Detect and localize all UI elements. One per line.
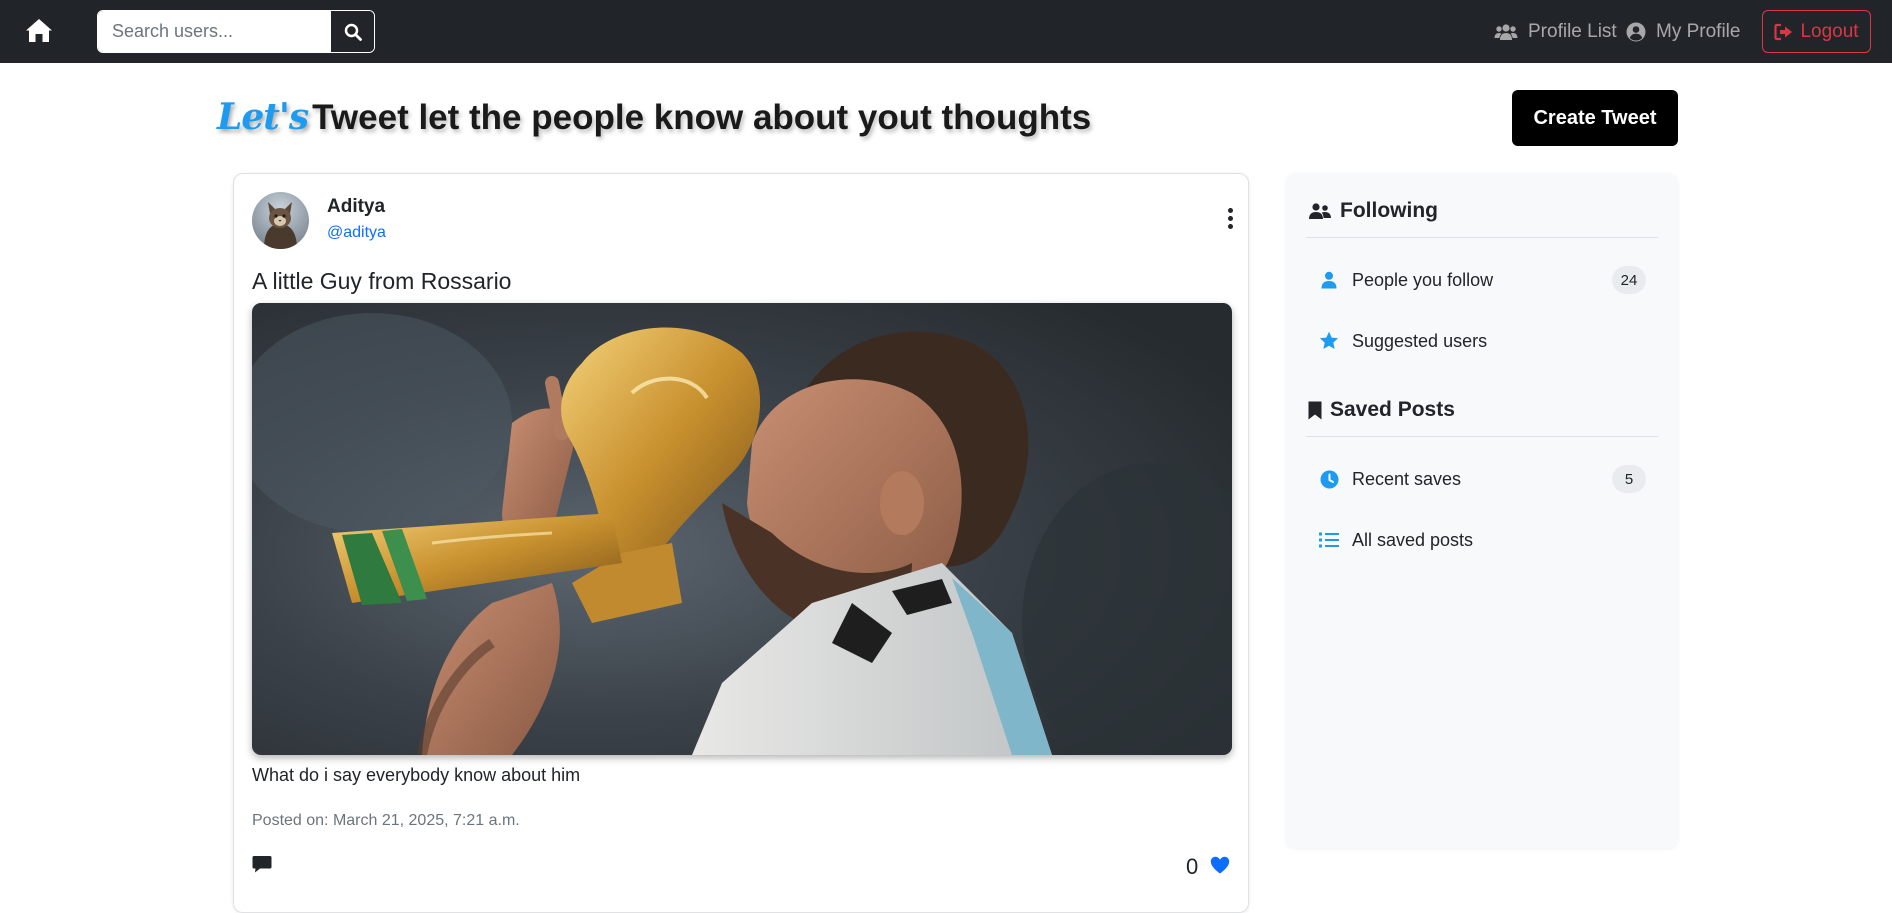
- following-section-title: Following: [1308, 199, 1438, 223]
- star-icon: [1318, 330, 1340, 352]
- create-tweet-button[interactable]: Create Tweet: [1512, 90, 1678, 146]
- sidebar: Following People you follow 24 Suggested…: [1286, 173, 1678, 848]
- following-title: Following: [1340, 199, 1438, 222]
- nav-profile-list-label: Profile List: [1528, 21, 1617, 42]
- post-body: What do i say everybody know about him: [252, 765, 581, 785]
- count-badge: 24: [1612, 266, 1646, 294]
- post-options-button[interactable]: [1220, 204, 1240, 232]
- logout-button[interactable]: Logout: [1762, 10, 1871, 53]
- avatar-cat-image: [252, 192, 309, 249]
- author-handle[interactable]: @aditya: [327, 224, 386, 242]
- nav-my-profile-label: My Profile: [1656, 21, 1741, 42]
- comment-icon: [252, 856, 272, 873]
- sidebar-item-label: Recent saves: [1352, 468, 1462, 489]
- post-timestamp: Posted on: March 21, 2025, 7:21 a.m.: [252, 812, 520, 829]
- sidebar-item-all-saved-posts[interactable]: All saved posts: [1306, 517, 1658, 563]
- sidebar-item-label: People you follow: [1352, 269, 1494, 290]
- section-divider: [1306, 436, 1658, 437]
- nav-profile-list[interactable]: Profile List: [1494, 18, 1617, 46]
- count-badge: 5: [1612, 465, 1646, 493]
- users-icon: [1309, 203, 1331, 219]
- heart-icon: [1210, 856, 1230, 874]
- sidebar-item-suggested-users[interactable]: Suggested users: [1306, 318, 1658, 364]
- author-name: Aditya: [327, 196, 386, 217]
- kebab-icon-dot: [1227, 223, 1233, 229]
- bookmark-icon: [1308, 401, 1322, 419]
- kebab-icon-dot: [1227, 215, 1233, 221]
- section-divider: [1306, 237, 1658, 238]
- avatar[interactable]: [252, 192, 309, 249]
- home-icon: [26, 19, 52, 42]
- comment-button[interactable]: [252, 854, 274, 876]
- sidebar-item-people-you-follow[interactable]: People you follow 24: [1306, 257, 1658, 303]
- post-card: Aditya @aditya A little Guy from Rossari…: [233, 173, 1249, 913]
- saved-section-title: Saved Posts: [1308, 398, 1455, 422]
- page-title: Tweet let the people know about yout tho…: [312, 98, 1092, 137]
- like-button[interactable]: [1210, 856, 1232, 878]
- clock-icon: [1318, 468, 1340, 490]
- search-input[interactable]: [98, 11, 330, 52]
- kebab-icon-dot: [1227, 207, 1233, 213]
- users-icon: [1494, 24, 1518, 40]
- search-button[interactable]: [330, 11, 374, 52]
- heading-accent: Let's: [217, 96, 309, 138]
- user-circle-icon: [1626, 22, 1646, 42]
- logout-label: Logout: [1800, 20, 1859, 42]
- search-icon: [344, 23, 362, 41]
- logout-icon: [1774, 23, 1793, 40]
- sidebar-item-recent-saves[interactable]: Recent saves 5: [1306, 456, 1658, 502]
- sidebar-item-label: Suggested users: [1352, 330, 1488, 351]
- list-icon: [1318, 529, 1340, 551]
- home-button[interactable]: [22, 14, 56, 48]
- top-navbar: Profile List My Profile Logout: [0, 0, 1892, 63]
- search-form: [97, 10, 375, 53]
- sidebar-item-label: All saved posts: [1352, 529, 1474, 550]
- user-icon: [1318, 269, 1340, 291]
- like-count: 0: [1186, 854, 1199, 879]
- post-image: [252, 303, 1232, 755]
- saved-title: Saved Posts: [1330, 398, 1455, 421]
- nav-my-profile[interactable]: My Profile: [1626, 18, 1740, 46]
- page-heading: Let's Tweet let the people know about yo…: [217, 96, 1091, 144]
- post-title: A little Guy from Rossario: [252, 268, 512, 294]
